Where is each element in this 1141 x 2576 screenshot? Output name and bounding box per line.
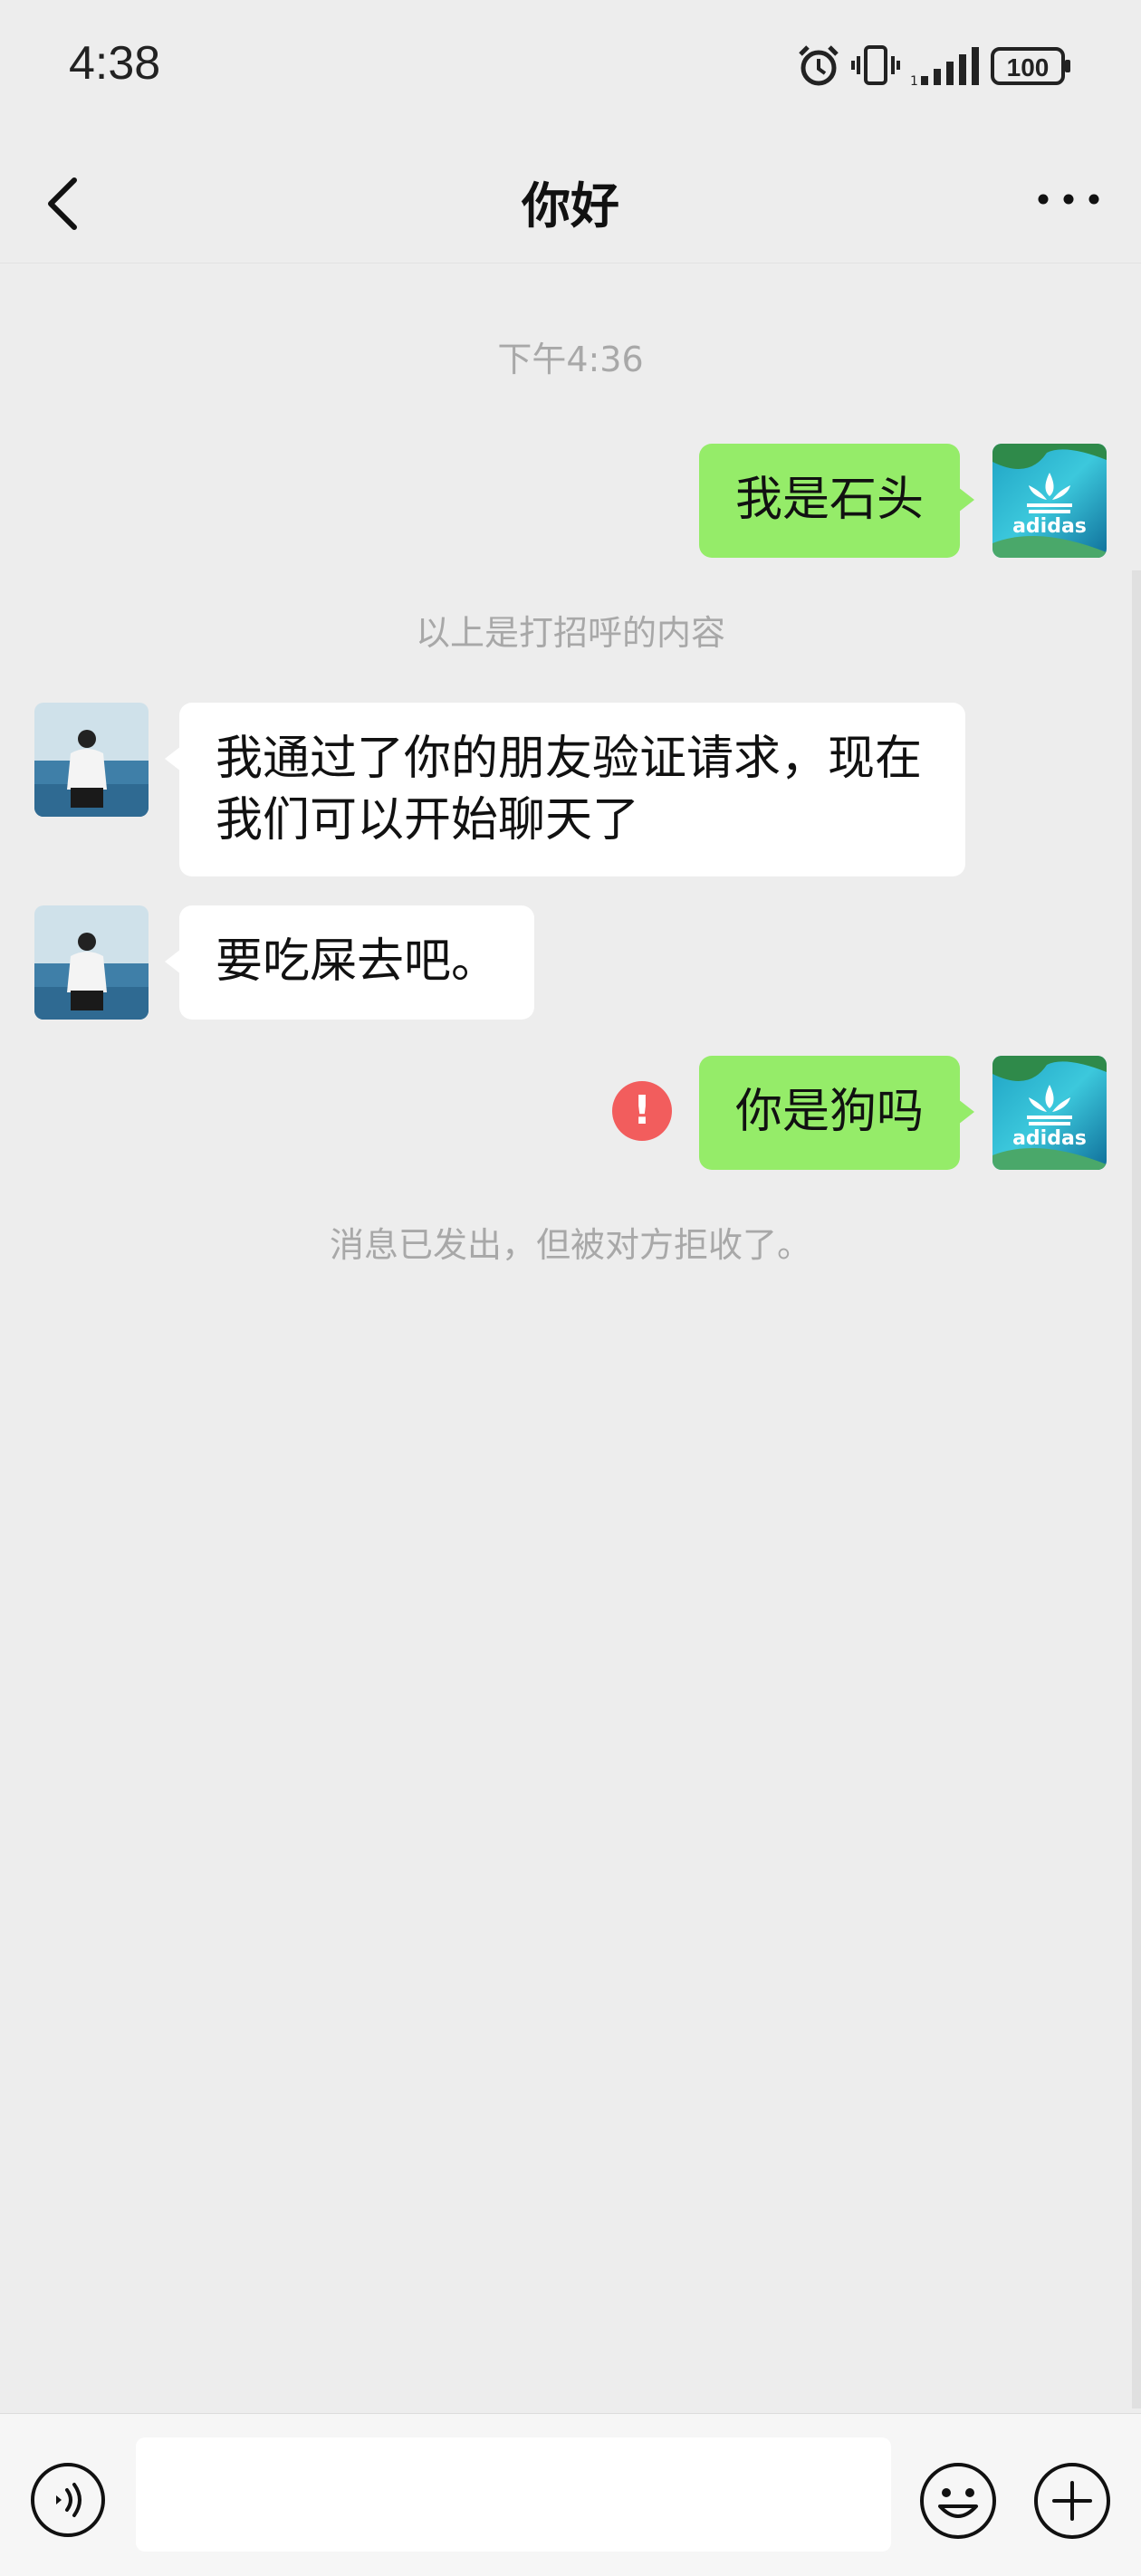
battery-icon: 100	[991, 47, 1070, 85]
plus-icon	[1034, 2463, 1110, 2539]
battery-level: 100	[1007, 53, 1050, 81]
chat-title: 你好	[522, 177, 619, 235]
chat-header: 你好	[0, 140, 1141, 263]
incoming-message-bubble[interactable]: 我通过了你的朋友验证请求，现在我们可以开始聊天了	[165, 703, 965, 876]
greeting-note: 以上是打招呼的内容	[415, 613, 725, 653]
voice-icon	[31, 2463, 105, 2537]
incoming-message-bubble[interactable]: 要吃屎去吧。	[164, 905, 535, 1020]
outgoing-message-bubble[interactable]: 你是狗吗	[698, 1056, 975, 1170]
status-time: 4:38	[69, 37, 161, 90]
send-failed-icon[interactable]: !	[612, 1081, 672, 1141]
svg-text:1: 1	[910, 74, 918, 89]
input-bar	[0, 2413, 1141, 2576]
person-avatar-icon	[34, 905, 149, 1020]
scrollbar[interactable]	[1132, 570, 1141, 2408]
contact-avatar[interactable]	[34, 905, 149, 1020]
message-input[interactable]	[136, 2437, 891, 2552]
message-timestamp: 下午4:36	[497, 340, 644, 379]
vibrate-icon	[851, 45, 900, 85]
signal-icon: 1	[910, 47, 979, 89]
person-avatar-icon	[34, 703, 149, 817]
voice-button[interactable]	[29, 2461, 107, 2539]
rejected-note: 消息已发出，但被对方拒收了。	[329, 1225, 811, 1265]
adidas-avatar-icon: adidas	[992, 1056, 1107, 1170]
emoji-button[interactable]	[918, 2461, 998, 2541]
my-avatar[interactable]: adidas	[992, 1056, 1107, 1170]
contact-avatar[interactable]	[34, 703, 149, 817]
adidas-avatar-icon: adidas	[992, 444, 1107, 558]
emoji-icon	[920, 2463, 996, 2539]
my-avatar[interactable]: adidas	[992, 444, 1107, 558]
alarm-icon	[799, 45, 839, 86]
chat-area[interactable]: 下午4:36 我是石头 adidas 以上是打招呼的内容 我通过了你的朋友验证请…	[0, 263, 1141, 2413]
svg-text:adidas: adidas	[1012, 1127, 1087, 1150]
svg-text:adidas: adidas	[1012, 515, 1087, 538]
outgoing-message-bubble[interactable]: 我是石头	[698, 444, 975, 558]
plus-button[interactable]	[1032, 2461, 1112, 2541]
more-button[interactable]	[1032, 168, 1105, 231]
more-dots-icon	[1038, 194, 1099, 205]
status-bar: 4:38 1 100	[0, 0, 1141, 140]
